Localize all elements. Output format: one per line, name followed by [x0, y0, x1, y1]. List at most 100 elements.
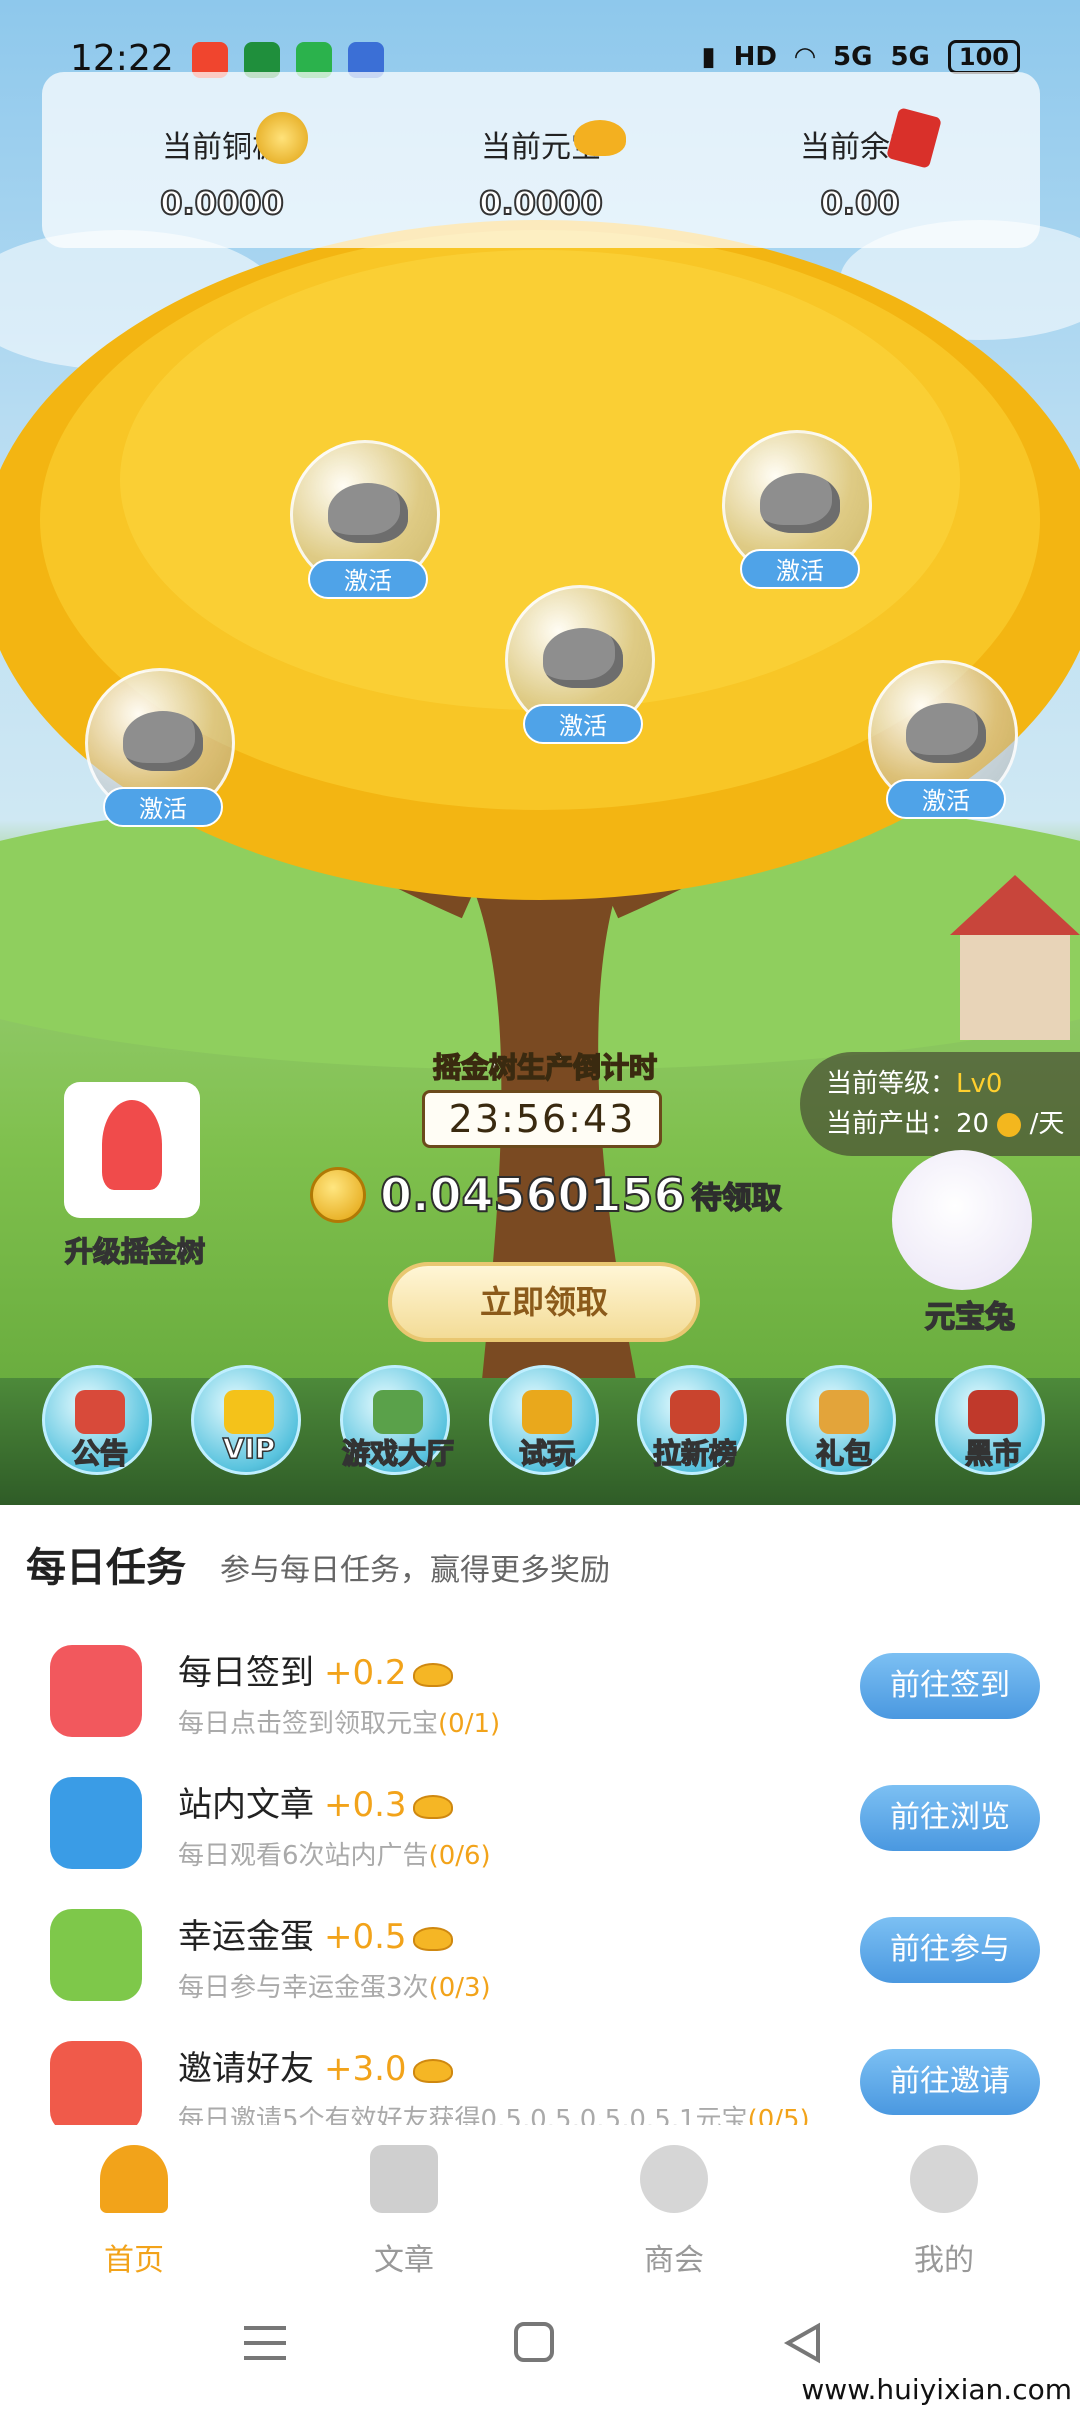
status-indicators: ▮ HD ◠ 5G 5G 100 [701, 40, 1020, 74]
task-reward: +0.3 [324, 1785, 407, 1825]
bottom-tab-bar: 首页 文章 商会 我的 [0, 2125, 1080, 2280]
back-icon[interactable] [780, 2320, 826, 2366]
silver-ingot-icon [123, 711, 203, 771]
task-reward: +0.2 [324, 1653, 407, 1693]
battery-indicator: 100 [947, 40, 1020, 74]
silver-ingot-icon [328, 483, 408, 543]
activate-label: 激活 [886, 779, 1006, 819]
paper-plane-icon [50, 2041, 142, 2133]
menu-icon[interactable] [240, 2320, 290, 2366]
task-name: 每日签到 [178, 1653, 314, 1693]
home-icon[interactable] [512, 2320, 558, 2366]
tree-bubble[interactable]: 激活 [868, 660, 1018, 819]
output-row: 当前产出：20 /天 [826, 1109, 1065, 1139]
rocket-icon [102, 1100, 162, 1190]
level-row: 当前等级：Lv0 [826, 1069, 1003, 1099]
nav-leaderboard[interactable]: 拉新榜 [637, 1365, 747, 1475]
activate-label: 激活 [740, 549, 860, 589]
tree-bubble[interactable]: 激活 [722, 430, 872, 589]
video-play-icon [50, 1777, 142, 1869]
signal-5g-label: 5G [833, 42, 873, 72]
claim-now-button[interactable]: 立即领取 [388, 1262, 700, 1342]
upgrade-tree-label: 升级摇金树 [64, 1234, 206, 1269]
activate-label: 激活 [308, 559, 428, 599]
task-row: 每日签到 +0.2 每日点击签到领取元宝(0/1) 前往签到 [0, 1625, 1080, 1757]
task-progress: (0/3) [428, 1973, 491, 2003]
silver-ingot-icon [543, 628, 623, 688]
go-invite-button[interactable]: 前往邀请 [860, 2049, 1040, 2115]
rabbit-mascot[interactable] [892, 1150, 1032, 1290]
output-value: 20 [956, 1109, 990, 1139]
task-row: 幸运金蛋 +0.5 每日参与幸运金蛋3次(0/3) 前往参与 [0, 1889, 1080, 2021]
gold-ingot-icon [412, 1662, 453, 1687]
nav-announcement[interactable]: 公告 [42, 1365, 152, 1475]
go-participate-button[interactable]: 前往参与 [860, 1917, 1040, 1983]
balance-panel: 当前铜板 0.0000 当前元宝 0.0000 当前余额 0.00 [42, 72, 1040, 248]
nav-vip[interactable]: VIP [191, 1365, 301, 1475]
yuan-bag-icon [640, 2145, 708, 2213]
nav-black-market[interactable]: 黑市 [935, 1365, 1045, 1475]
tree-bubble[interactable]: 激活 [505, 585, 655, 744]
go-checkin-button[interactable]: 前往签到 [860, 1653, 1040, 1719]
gold-ingot-icon [412, 1794, 453, 1819]
tasks-subtitle: 参与每日任务，赢得更多奖励 [220, 1553, 610, 1588]
task-desc: 每日观看6次站内广告 [178, 1841, 429, 1871]
countdown-title: 摇金树生产倒计时 [432, 1050, 658, 1085]
tab-commerce[interactable]: 商会 [604, 2145, 744, 2278]
task-progress: (0/6) [428, 1841, 491, 1871]
money-bag-icon [906, 703, 986, 763]
balance-copper: 当前铜板 0.0000 [159, 130, 284, 223]
task-name: 邀请好友 [178, 2049, 314, 2089]
tree-bubble[interactable]: 激活 [290, 440, 440, 599]
market-icon [968, 1390, 1018, 1434]
level-value: Lv0 [956, 1069, 1003, 1099]
upgrade-tree-button[interactable] [64, 1082, 200, 1218]
tab-profile[interactable]: 我的 [874, 2145, 1014, 2278]
watermark: www.huiyixian.com [801, 2373, 1072, 2406]
task-reward: +0.5 [324, 1917, 407, 1957]
gold-ingot-icon [574, 120, 626, 156]
signal-5g-label: 5G [890, 42, 930, 72]
calendar-icon [50, 1645, 142, 1737]
task-desc: 每日点击签到领取元宝 [178, 1709, 439, 1739]
task-row: 站内文章 +0.3 每日观看6次站内广告(0/6) 前往浏览 [0, 1757, 1080, 1889]
tab-articles[interactable]: 文章 [334, 2145, 474, 2278]
activate-label: 激活 [103, 787, 223, 827]
balance-cash: 当前余额 0.00 [800, 130, 920, 223]
tasks-title: 每日任务 [26, 1545, 186, 1591]
crown-icon [224, 1390, 274, 1434]
pending-amount: 0.04560156 [379, 1167, 687, 1223]
task-name: 幸运金蛋 [178, 1917, 314, 1957]
tab-home[interactable]: 首页 [64, 2145, 204, 2278]
game-scene: 12:22 ▮ HD ◠ 5G 5G 100 当前铜板 0.0000 当前元宝 … [0, 0, 1080, 1505]
gold-ingot-icon [412, 1926, 453, 1951]
countdown-timer: 23:56:43 [422, 1090, 662, 1148]
coin-icon [997, 1112, 1022, 1137]
system-nav-bar: www.huiyixian.com [0, 2280, 1080, 2412]
daily-tasks-section: 每日任务 参与每日任务，赢得更多奖励 每日签到 +0.2 每日点击签到领取元宝(0… [0, 1505, 1080, 2135]
go-browse-button[interactable]: 前往浏览 [860, 1785, 1040, 1851]
tree-bubble[interactable]: 激活 [85, 668, 235, 827]
ad-icon [50, 1909, 142, 2001]
pending-reward: 0.04560156 待领取 [310, 1160, 782, 1230]
task-name: 站内文章 [178, 1785, 314, 1825]
activate-label: 激活 [523, 704, 643, 744]
list-icon [370, 2145, 438, 2213]
balance-ingot: 当前元宝 0.0000 [478, 130, 603, 223]
game-hall-icon [373, 1390, 423, 1434]
leaderboard-icon [670, 1390, 720, 1434]
pending-suffix: 待领取 [691, 1180, 783, 1217]
money-bag-icon [760, 473, 840, 533]
nav-gift[interactable]: 礼包 [786, 1365, 896, 1475]
nav-trial[interactable]: 试玩 [489, 1365, 599, 1475]
rabbit-label: 元宝兔 [924, 1299, 1016, 1336]
task-reward: +3.0 [324, 2049, 407, 2089]
gold-ingot-icon [412, 2058, 453, 2083]
treasure-box-icon [522, 1390, 572, 1434]
copper-coin-icon [256, 112, 308, 164]
profile-icon [910, 2145, 978, 2213]
level-panel: 当前等级：Lv0 当前产出：20 /天 [800, 1052, 1080, 1156]
nav-game-hall[interactable]: 游戏大厅 [340, 1365, 455, 1475]
wifi-icon: ◠ [795, 42, 816, 72]
coin-icon [310, 1167, 366, 1223]
